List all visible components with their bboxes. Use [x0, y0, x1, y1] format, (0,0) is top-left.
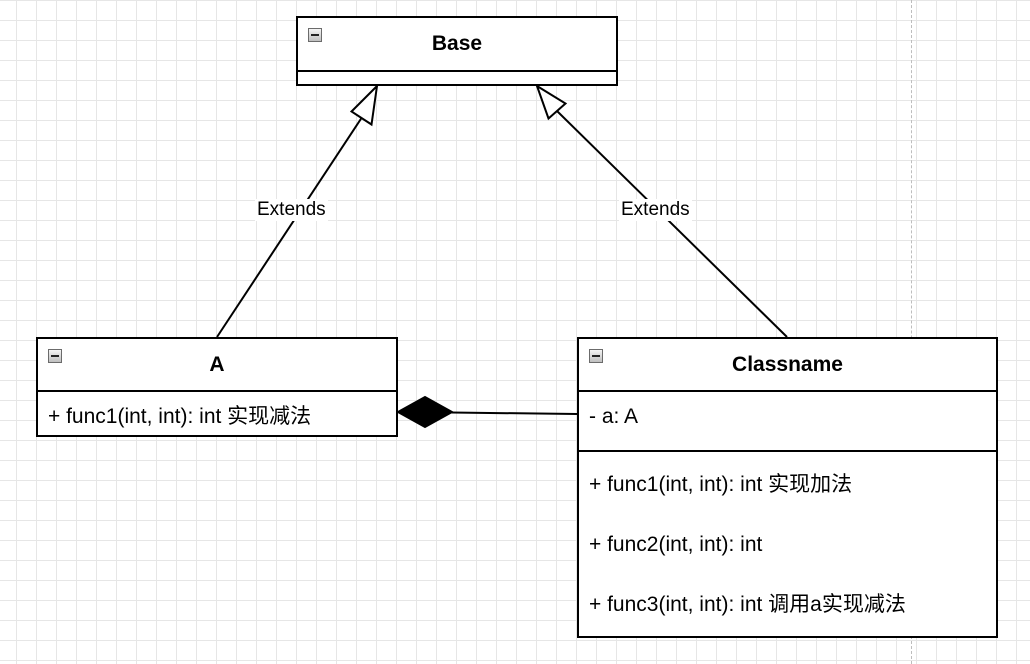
- edge-a-extends-base-line[interactable]: [216, 117, 363, 338]
- class-a[interactable]: A + func1(int, int): int 实现减法: [36, 337, 398, 437]
- minus-icon: [311, 34, 319, 36]
- edge-label-classname-extends: Extends: [619, 199, 692, 221]
- class-a-methods: + func1(int, int): int 实现减法: [38, 392, 396, 430]
- edge-composition-diamond: [395, 395, 455, 429]
- method-row[interactable]: + func1(int, int): int 实现加法: [579, 472, 996, 498]
- class-classname[interactable]: Classname - a: A + func1(int, int): int …: [577, 337, 998, 638]
- attribute-row[interactable]: - a: A: [579, 404, 996, 430]
- minus-icon: [592, 355, 600, 357]
- class-classname-methods: + func1(int, int): int 实现加法 + func2(int,…: [579, 452, 996, 618]
- class-classname-name: Classname: [732, 352, 843, 376]
- method-row[interactable]: + func1(int, int): int 实现减法: [38, 404, 396, 430]
- method-row[interactable]: + func3(int, int): int 调用a实现减法: [579, 592, 996, 618]
- class-a-header: A: [38, 339, 396, 392]
- edge-a-extends-base-arrowhead: [349, 83, 379, 127]
- class-base-name: Base: [431, 32, 483, 55]
- edge-classname-extends-base-arrowhead: [535, 83, 568, 121]
- class-base-header: Base: [298, 18, 616, 72]
- collapse-base-button[interactable]: [308, 28, 322, 42]
- edge-composition-line[interactable]: [450, 411, 578, 415]
- class-base-body: [298, 72, 616, 84]
- class-base[interactable]: Base: [296, 16, 618, 86]
- method-row[interactable]: + func2(int, int): int: [579, 532, 996, 558]
- class-classname-header: Classname: [579, 339, 996, 392]
- collapse-a-button[interactable]: [48, 349, 62, 363]
- class-classname-attributes: - a: A: [579, 392, 996, 452]
- edge-classname-extends-base-line[interactable]: [556, 110, 788, 338]
- class-a-name: A: [209, 352, 225, 376]
- collapse-classname-button[interactable]: [589, 349, 603, 363]
- minus-icon: [51, 355, 59, 357]
- edge-label-a-extends: Extends: [255, 199, 328, 221]
